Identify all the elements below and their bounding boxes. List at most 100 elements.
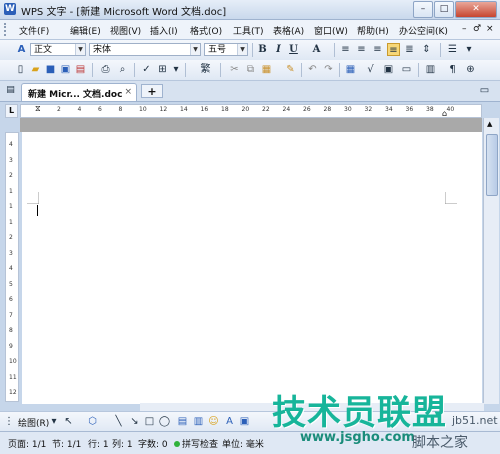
select-objects-icon[interactable]: ↖: [62, 415, 75, 428]
text-cursor: [37, 205, 38, 216]
toolbar-separator: [301, 63, 302, 77]
cut-icon[interactable]: ✂: [228, 63, 241, 76]
menu-table[interactable]: 表格(A): [273, 24, 304, 37]
wordart-icon[interactable]: A: [223, 415, 236, 428]
copy-icon[interactable]: ⧉: [244, 63, 257, 76]
align-left-icon[interactable]: ≡: [339, 43, 352, 56]
close-button[interactable]: ✕: [455, 1, 497, 18]
insert-textbox-icon[interactable]: ▭: [400, 63, 413, 76]
export-pdf-icon[interactable]: ▤: [74, 63, 87, 76]
menu-file[interactable]: 文件(F): [19, 24, 49, 37]
save-as-icon[interactable]: ▣: [59, 63, 72, 76]
ellipse-icon[interactable]: ◯: [158, 415, 171, 428]
spell-check-toggle[interactable]: 拼写检查: [174, 437, 218, 450]
toolbar-separator: [92, 63, 93, 77]
justify-icon[interactable]: ≡: [387, 43, 400, 56]
menu-help[interactable]: 帮助(H): [357, 24, 389, 37]
line-icon[interactable]: ╲: [112, 415, 125, 428]
ruler-number: 22: [262, 106, 270, 113]
bold-button[interactable]: B: [256, 43, 269, 56]
arrow-icon[interactable]: ↘: [128, 415, 141, 428]
rectangle-icon[interactable]: □: [143, 415, 156, 428]
picture-icon[interactable]: ▣: [238, 415, 251, 428]
menu-view[interactable]: 视图(V): [110, 24, 141, 37]
menu-window[interactable]: 窗口(W): [314, 24, 348, 37]
ruler-number: 4: [9, 141, 13, 148]
ruler-number: 18: [221, 106, 229, 113]
insert-icon[interactable]: ⊞: [156, 63, 169, 76]
distributed-align-icon[interactable]: ≣: [403, 43, 416, 56]
styles-pane-icon[interactable]: A: [15, 43, 28, 56]
table-icon[interactable]: ▦: [344, 63, 357, 76]
close-tab-icon[interactable]: ×: [124, 87, 132, 97]
chevron-down-icon[interactable]: ▾: [172, 63, 180, 76]
document-icon: ▤: [6, 85, 15, 95]
columns-icon[interactable]: ▥: [424, 63, 437, 76]
toolbar-separator: [418, 63, 419, 77]
chevron-down-icon: ▼: [75, 44, 85, 55]
status-word-count: 字数: 0: [138, 440, 168, 450]
undo-icon[interactable]: ↶: [306, 63, 319, 76]
new-document-icon[interactable]: ▯: [14, 63, 27, 76]
draw-menu-button[interactable]: 绘图(R): [18, 416, 49, 429]
paste-icon[interactable]: ▦: [260, 63, 273, 76]
toolbar-separator: [252, 43, 253, 57]
tab-options-icon[interactable]: ▭: [478, 84, 491, 97]
toolbar-separator: [134, 63, 135, 77]
chevron-down-icon[interactable]: ▾: [50, 415, 58, 428]
open-folder-icon[interactable]: ▰: [29, 63, 42, 76]
align-center-icon[interactable]: ≡: [355, 43, 368, 56]
numbering-icon[interactable]: ☰: [446, 43, 459, 56]
new-tab-button[interactable]: +: [141, 84, 163, 98]
chevron-down-icon[interactable]: ▾: [465, 43, 473, 56]
zoom-icon[interactable]: ⊕: [464, 63, 477, 76]
style-select[interactable]: 正文 ▼: [30, 43, 86, 56]
doc-restore-icon[interactable]: ♂: [473, 24, 481, 34]
ruler-number: 4: [77, 106, 82, 113]
insert-picture-icon[interactable]: ▣: [382, 63, 395, 76]
formula-icon[interactable]: √: [364, 63, 377, 76]
print-icon[interactable]: ⎙: [99, 63, 112, 76]
spell-check-icon[interactable]: ✓: [140, 63, 153, 76]
menu-edit[interactable]: 编辑(E): [70, 24, 101, 37]
font-size-select[interactable]: 五号 ▼: [204, 43, 248, 56]
maximize-button[interactable]: □: [434, 1, 454, 18]
menu-office-space[interactable]: 办公空间(K): [399, 24, 448, 37]
menu-insert[interactable]: 插入(I): [150, 24, 178, 37]
autoshapes-icon[interactable]: ⬡: [86, 415, 99, 428]
vertical-textbox-icon[interactable]: ▥: [192, 415, 205, 428]
indent-marker-icon[interactable]: ⧖: [35, 104, 41, 114]
toolbar-grip[interactable]: [4, 23, 9, 36]
tab-stop-selector[interactable]: L: [5, 104, 18, 118]
ruler-number: 24: [282, 106, 291, 113]
print-preview-icon[interactable]: ⌕: [116, 63, 129, 76]
traditional-chinese-icon[interactable]: 繁: [199, 63, 212, 76]
clipart-icon[interactable]: ☺: [207, 415, 220, 428]
document-page[interactable]: [22, 132, 482, 404]
show-marks-icon[interactable]: ¶: [446, 63, 459, 76]
scroll-thumb[interactable]: [486, 134, 498, 196]
textbox-icon[interactable]: ▤: [176, 415, 189, 428]
ruler-number: 32: [364, 106, 373, 113]
tab-document[interactable]: 新建 Micr... 文档.doc ×: [21, 83, 137, 101]
font-color-button[interactable]: A: [310, 43, 323, 56]
vertical-ruler[interactable]: 4 3 2 1 1 1 2 3 4 5 6 7 8 9 10 11 12: [5, 132, 19, 402]
doc-minimize-icon[interactable]: –: [462, 24, 467, 34]
horizontal-ruler[interactable]: ⧖ ⌂ 2 4 6 8 10 12 14 16 18 20 22 24 26 28 30 32 34 36 38 40: [20, 104, 482, 118]
scroll-up-icon[interactable]: ▲: [487, 120, 492, 128]
minimize-button[interactable]: –: [413, 1, 433, 18]
line-spacing-icon[interactable]: ⇕: [420, 43, 433, 56]
underline-button[interactable]: U: [287, 43, 300, 56]
format-painter-icon[interactable]: ✎: [284, 63, 297, 76]
italic-button[interactable]: I: [272, 43, 285, 56]
align-right-icon[interactable]: ≡: [371, 43, 384, 56]
font-select[interactable]: 宋体 ▼: [89, 43, 201, 56]
toolbar-grip[interactable]: ⋮: [4, 415, 14, 428]
redo-icon[interactable]: ↷: [322, 63, 335, 76]
menu-tools[interactable]: 工具(T): [233, 24, 264, 37]
menu-format[interactable]: 格式(O): [190, 24, 222, 37]
toolbar-separator: [440, 43, 441, 57]
doc-close-icon[interactable]: ×: [486, 24, 494, 34]
vertical-scrollbar[interactable]: ▲: [483, 118, 499, 404]
save-icon[interactable]: ■: [44, 63, 57, 76]
